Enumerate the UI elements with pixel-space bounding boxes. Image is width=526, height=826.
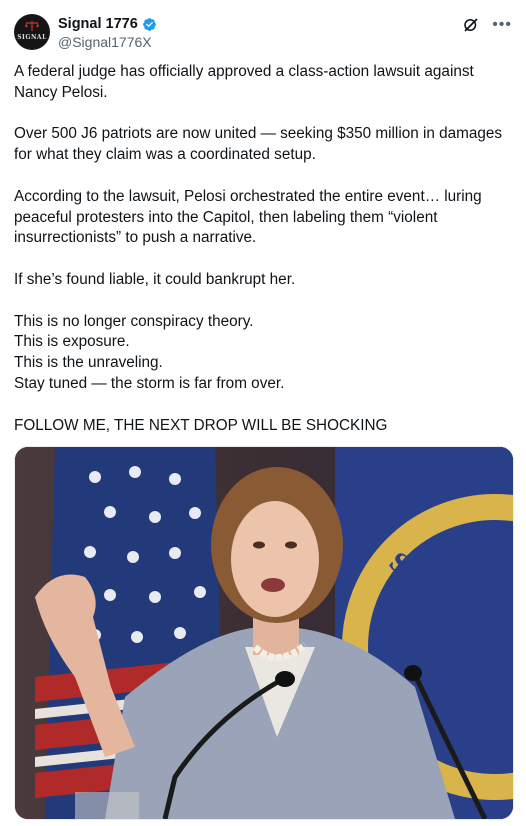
post-image[interactable]: S. HOUSE [14,446,514,820]
author-display-name[interactable]: Signal 1776 [58,16,138,32]
scales-icon [25,21,39,31]
more-icon[interactable]: ••• [492,17,512,33]
photo-illustration: S. HOUSE [15,447,513,819]
avatar[interactable]: SIGNAL [14,14,50,50]
post-line: This is exposure. [14,333,130,351]
post-paragraph: A federal judge has officially approved … [14,63,474,101]
post-paragraph: Over 500 J6 patriots are now united — se… [14,125,503,164]
post-line: This is no longer conspiracy theory. [14,312,254,330]
post-text: A federal judge has officially approved … [14,62,514,457]
post-paragraph: If she’s found liable, it could bankrupt… [14,270,296,288]
post-line: This is the unraveling. [14,354,163,372]
grok-icon[interactable] [462,16,480,34]
verified-badge-icon [142,17,156,31]
post-paragraph: FOLLOW ME, THE NEXT DROP WILL BE SHOCKIN… [14,416,388,434]
author-handle[interactable]: @Signal1776X [58,34,152,50]
post-line: Stay tuned — the storm is far from over. [14,374,285,392]
post-header: SIGNAL Signal 1776 @Signal1776X ••• [14,14,512,54]
post-paragraph: According to the lawsuit, Pelosi orchest… [14,187,482,247]
avatar-logo-text: SIGNAL [17,34,47,41]
